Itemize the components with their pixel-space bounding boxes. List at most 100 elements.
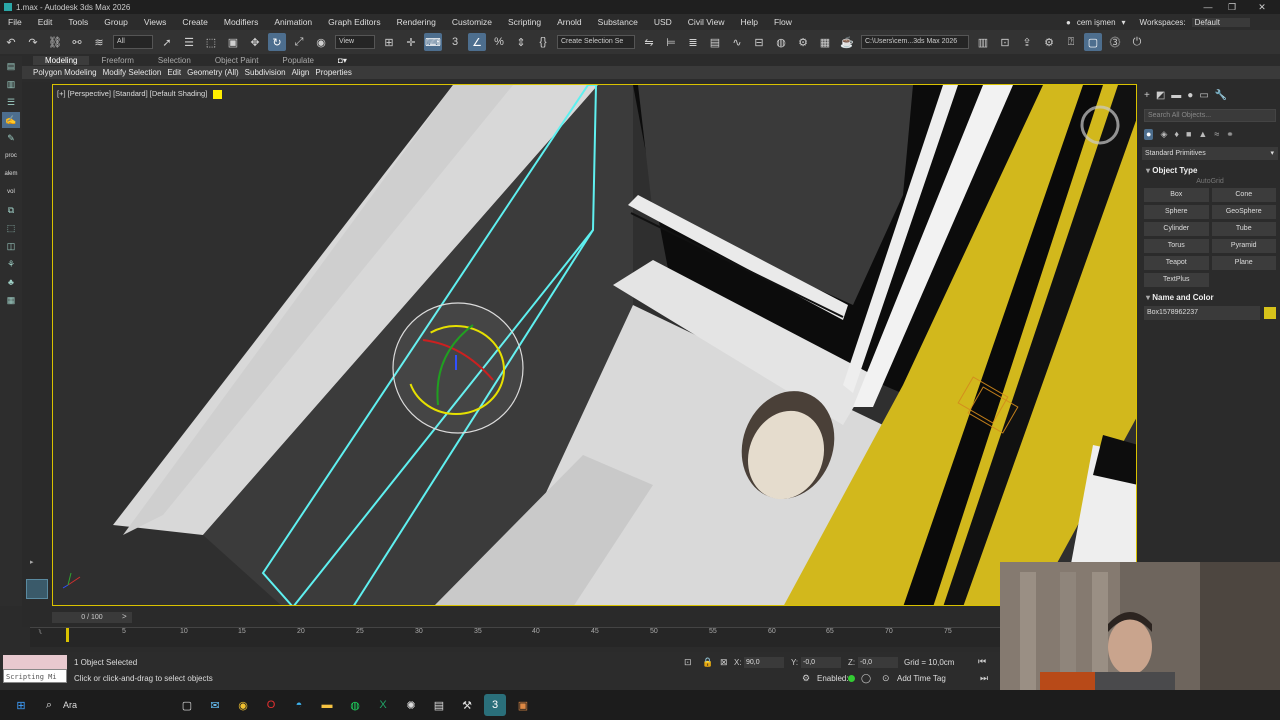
viewport-label[interactable]: [+] [Perspective] [Standard] [Default Sh… (57, 89, 223, 99)
select-manipulate-icon[interactable]: ✛ (402, 33, 420, 51)
time-tag-icon[interactable]: ⊙ (882, 673, 890, 684)
menu-substance[interactable]: Substance (590, 17, 646, 27)
name-color-rollout[interactable]: ▾ Name and Color (1140, 293, 1280, 302)
scale-icon[interactable]: ⤢ (290, 33, 308, 51)
taskbar-search-input[interactable]: Ara (63, 700, 173, 710)
motion-icon[interactable]: ⬚ (2, 220, 20, 236)
tool-alem[interactable]: alem (2, 166, 20, 182)
viewport-layout-icon[interactable]: ▢ (1084, 33, 1102, 51)
settings-icon[interactable]: ⚙ (1040, 33, 1058, 51)
spacewarps-icon[interactable]: ≈ (1214, 129, 1219, 140)
pivot-icon[interactable]: ⊞ (380, 33, 398, 51)
spotify-icon[interactable]: ◍ (344, 694, 366, 716)
shapes-icon[interactable]: ◈ (1160, 129, 1167, 140)
3dsmax-taskbar-icon[interactable]: 3 (484, 694, 506, 716)
unlink-icon[interactable]: ⚯ (68, 33, 86, 51)
render-icon[interactable]: ☕ (838, 33, 856, 51)
menu-animation[interactable]: Animation (266, 17, 320, 27)
ribbon-geometry-all[interactable]: Geometry (All) (184, 68, 242, 77)
track-bar[interactable]: ⑊ 5 10 15 20 25 30 35 40 45 50 55 60 65 … (30, 627, 1000, 647)
ribbon-options-icon[interactable]: ◘▾ (326, 56, 359, 65)
menu-usd[interactable]: USD (646, 17, 680, 27)
menu-civil-view[interactable]: Civil View (680, 17, 733, 27)
search-icon[interactable]: ⌕ (38, 694, 60, 716)
tab-modeling[interactable]: Modeling (33, 55, 90, 65)
add-time-tag[interactable]: Add Time Tag (897, 674, 946, 683)
plane-button[interactable]: Plane (1211, 256, 1276, 270)
keyboard-shortcut-toggle-icon[interactable]: ⌨ (424, 33, 442, 51)
menu-flow[interactable]: Flow (766, 17, 800, 27)
absolute-mode-icon[interactable]: ⊠ (720, 657, 728, 668)
hierarchy-tab-icon[interactable]: ▬ (1171, 90, 1181, 101)
rotate-gizmo[interactable] (392, 302, 524, 434)
curve-editor-icon[interactable]: ∿ (728, 33, 746, 51)
menu-modifiers[interactable]: Modifiers (216, 17, 266, 27)
excel-icon[interactable]: X (372, 694, 394, 716)
percent-snap-icon[interactable]: % (490, 33, 508, 51)
bind-spacewarp-icon[interactable]: ≋ (90, 33, 108, 51)
cone-button[interactable]: Cone (1211, 188, 1276, 202)
tab-populate[interactable]: Populate (270, 56, 326, 65)
teapot-button[interactable]: Teapot (1144, 256, 1209, 270)
menu-views[interactable]: Views (136, 17, 175, 27)
chrome-icon[interactable]: ◉ (232, 694, 254, 716)
material-editor-icon[interactable]: ◍ (772, 33, 790, 51)
paint-icon[interactable]: ✎ (2, 130, 20, 146)
user-name[interactable]: cem işmen (1077, 18, 1116, 27)
windows-start-icon[interactable]: ⊞ (10, 694, 32, 716)
viewcube-mini[interactable] (26, 579, 48, 599)
project-folder-icon[interactable]: ▥ (974, 33, 992, 51)
angle-snap-icon[interactable]: ∠ (468, 33, 486, 51)
project-path-dropdown[interactable]: C:\Users\cem...3ds Max 2026 (861, 35, 969, 49)
task-view-icon[interactable]: ▢ (176, 694, 198, 716)
cylinder-button[interactable]: Cylinder (1144, 222, 1209, 236)
textplus-button[interactable]: TextPlus (1144, 273, 1209, 287)
align-icon[interactable]: ⊨ (662, 33, 680, 51)
close-button[interactable]: ✕ (1250, 0, 1274, 14)
chevron-down-icon[interactable]: ▾ (1122, 18, 1126, 27)
toggle-ribbon-icon[interactable]: ▤ (706, 33, 724, 51)
create-tab-icon[interactable]: + (1144, 90, 1150, 101)
spinner-snap-icon[interactable]: ⇕ (512, 33, 530, 51)
window-crossing-icon[interactable]: ▣ (224, 33, 242, 51)
gallery-icon[interactable]: ▦ (2, 292, 20, 308)
notepad-icon[interactable]: ▤ (428, 694, 450, 716)
expand-arrow-icon[interactable]: ▸ (30, 558, 34, 566)
mirror-icon[interactable]: ⇋ (640, 33, 658, 51)
edit-named-selection-icon[interactable]: {} (534, 33, 552, 51)
named-selection-dropdown[interactable]: Create Selection Se (557, 35, 635, 49)
cameras-icon[interactable]: ■ (1186, 129, 1191, 140)
z-coordinate-field[interactable]: -0,0 (858, 657, 898, 668)
time-slider[interactable]: 0 / 100 (52, 612, 132, 623)
layer-icon[interactable]: ▥ (2, 76, 20, 92)
power-icon[interactable]: ⏻ (1128, 33, 1146, 51)
counter-icon[interactable]: ⓷ (1106, 33, 1124, 51)
maxscript-listener-top[interactable] (3, 655, 67, 669)
select-object-icon[interactable]: ➚ (158, 33, 176, 51)
torus-button[interactable]: Torus (1144, 239, 1209, 253)
primitive-category-dropdown[interactable]: Standard Primitives ▾ (1142, 147, 1278, 160)
lock-icon[interactable]: 🔒 (702, 657, 713, 668)
hierarchy-icon[interactable]: ⧉ (2, 202, 20, 218)
enabled-toggle[interactable] (848, 675, 855, 682)
pyramid-button[interactable]: Pyramid (1211, 239, 1276, 253)
menu-customize[interactable]: Customize (444, 17, 500, 27)
utilities-tab-icon[interactable]: 🔧 (1215, 90, 1227, 101)
menu-group[interactable]: Group (96, 17, 136, 27)
help-icon[interactable]: ⍰ (1062, 33, 1080, 51)
x-coordinate-field[interactable]: 90,0 (744, 657, 784, 668)
move-icon[interactable]: ✥ (246, 33, 264, 51)
rendered-frame-icon[interactable]: ▦ (816, 33, 834, 51)
box-button[interactable]: Box (1144, 188, 1209, 202)
sphere-button[interactable]: Sphere (1144, 205, 1209, 219)
display-tab-icon[interactable]: ▭ (1199, 90, 1208, 101)
isolate-icon[interactable]: ⊡ (684, 657, 692, 668)
geometry-icon[interactable]: ● (1144, 129, 1154, 140)
object-name-field[interactable]: Box1578962237 (1144, 306, 1260, 320)
render-setup-icon[interactable]: ⚙ (794, 33, 812, 51)
motion-tab-icon[interactable]: ● (1187, 90, 1193, 101)
ribbon-modify-selection[interactable]: Modify Selection (100, 68, 165, 77)
outlook-icon[interactable]: ✉ (204, 694, 226, 716)
key-mode-icon[interactable]: ⏭ (980, 673, 988, 684)
edge-icon[interactable]: ◓ (288, 694, 310, 716)
